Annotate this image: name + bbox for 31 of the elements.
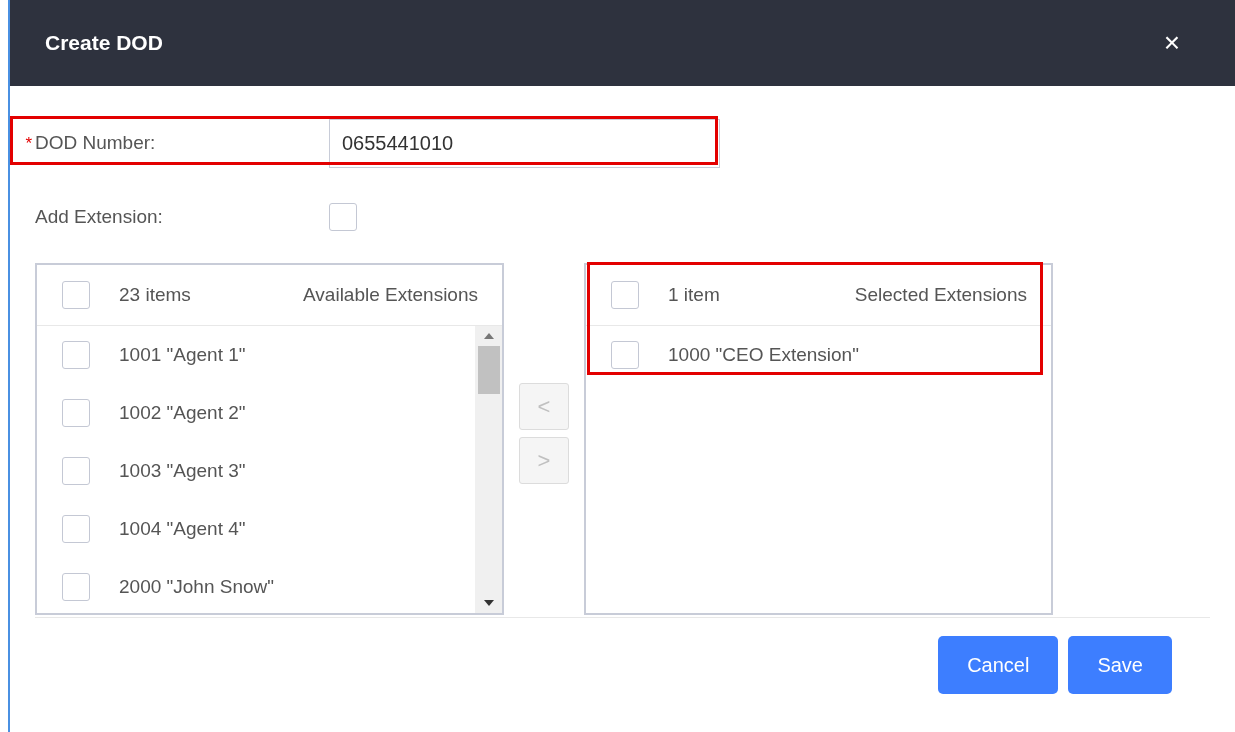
action-button[interactable]: Cancel (938, 636, 1059, 694)
action-button[interactable]: Save (1068, 636, 1172, 694)
checkbox[interactable] (62, 515, 90, 543)
list-item[interactable]: 1003 "Agent 3" (37, 442, 475, 500)
list-item[interactable]: 1001 "Agent 1" (37, 326, 475, 384)
item-count: 1 item (668, 282, 720, 307)
close-button[interactable]: × (1163, 29, 1180, 57)
list-item[interactable]: 2000 "John Snow" (37, 558, 475, 616)
checkbox[interactable] (329, 203, 357, 231)
list-title: Selected Extensions (854, 282, 1027, 307)
list-item[interactable]: 1000 "CEO Extension" (586, 326, 1051, 384)
list-item[interactable]: 1004 "Agent 4" (37, 500, 475, 558)
field-label: DOD Number: (35, 131, 157, 156)
checkbox[interactable] (611, 341, 639, 369)
scroll-thumb[interactable] (477, 346, 500, 394)
required-mark: * (25, 132, 32, 155)
scroll-up-icon[interactable] (482, 332, 495, 340)
checkbox[interactable] (62, 341, 90, 369)
dod-number-field[interactable]: 0655441010 (329, 119, 720, 168)
scroll-down-icon[interactable] (482, 599, 495, 607)
list-title: Available Extensions (303, 282, 478, 307)
item-count: 23 items (119, 282, 191, 307)
checkbox[interactable] (62, 399, 90, 427)
checkbox[interactable] (62, 573, 90, 601)
checkbox[interactable] (62, 281, 90, 309)
checkbox[interactable] (62, 457, 90, 485)
field-label: Add Extension: (35, 204, 164, 229)
list-item[interactable]: 1002 "Agent 2" (37, 384, 475, 442)
scrollbar[interactable] (475, 326, 502, 613)
dialog-title: Create DOD (45, 30, 163, 57)
checkbox[interactable] (611, 281, 639, 309)
